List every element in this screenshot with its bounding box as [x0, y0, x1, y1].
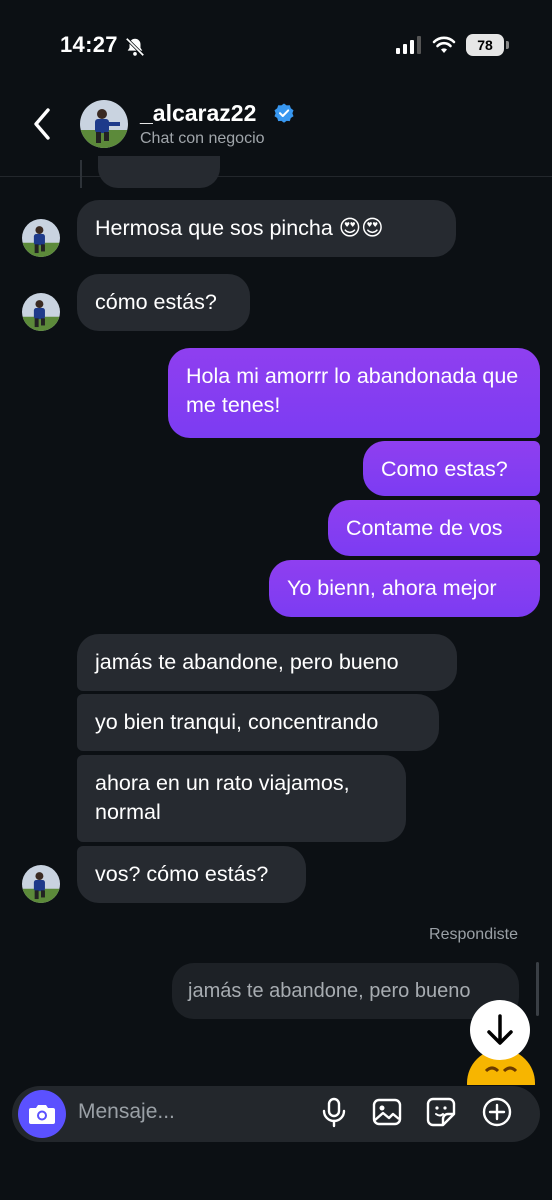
message-bubble-outgoing[interactable]: Contame de vos: [328, 500, 540, 556]
avatar-photo-icon: [22, 219, 60, 257]
header-avatar[interactable]: [80, 100, 128, 148]
message-bubble-incoming[interactable]: jamás te abandone, pero bueno: [77, 634, 457, 691]
sticker-icon[interactable]: [425, 1096, 457, 1128]
avatar-photo-icon: [22, 865, 60, 903]
message-text: Como estas?: [381, 457, 508, 481]
microphone-icon[interactable]: [318, 1096, 350, 1128]
message-bubble-incoming[interactable]: cómo estás?: [77, 274, 250, 331]
message-text: cómo estás?: [95, 290, 217, 314]
battery-nub: [506, 41, 509, 49]
reply-indicator-bar: [536, 962, 539, 1016]
status-time: 14:27: [60, 32, 118, 57]
battery-level: 78: [466, 34, 504, 56]
plus-icon[interactable]: [481, 1096, 513, 1128]
header-divider: [0, 176, 552, 177]
arrow-down-icon: [487, 1014, 513, 1045]
quoted-reply[interactable]: jamás te abandone, pero bueno: [172, 963, 519, 1019]
message-bubble-incoming[interactable]: yo bien tranqui, concentrando: [77, 694, 439, 751]
image-icon[interactable]: [371, 1096, 403, 1128]
message-input[interactable]: Mensaje...: [78, 1096, 175, 1128]
camera-icon: [29, 1105, 55, 1124]
message-bubble-incoming[interactable]: ahora en un rato viajamos, normal: [77, 755, 406, 842]
verified-badge-icon: [274, 103, 294, 123]
message-text: Hermosa que sos pincha 😍😍: [95, 216, 384, 240]
message-text: Hola mi amorrr lo abandonada que me tene…: [186, 364, 519, 417]
message-text: Yo bienn, ahora mejor: [287, 576, 497, 600]
scroll-to-bottom-button[interactable]: [470, 1000, 530, 1060]
message-bubble-outgoing[interactable]: Yo bienn, ahora mejor: [269, 560, 540, 617]
message-text: Contame de vos: [346, 516, 503, 540]
back-chevron-icon[interactable]: [28, 104, 58, 144]
header-subtitle: Chat con negocio: [140, 130, 265, 147]
camera-button[interactable]: [18, 1090, 66, 1138]
message-bubble-incoming[interactable]: vos? cómo estás?: [77, 846, 306, 903]
message-text: vos? cómo estás?: [95, 862, 269, 886]
bell-muted-icon: [125, 37, 145, 57]
message-text: jamás te abandone, pero bueno: [95, 650, 399, 674]
cellular-signal-icon: [396, 36, 421, 54]
avatar-photo-icon: [80, 100, 128, 148]
message-bubble-incoming[interactable]: Hermosa que sos pincha 😍😍: [77, 200, 456, 257]
sender-avatar[interactable]: [22, 293, 60, 331]
wifi-icon: [432, 36, 456, 53]
message-bubble-outgoing[interactable]: Como estas?: [363, 441, 540, 496]
sender-avatar[interactable]: [22, 865, 60, 903]
message-text: ahora en un rato viajamos, normal: [95, 771, 350, 824]
header-username[interactable]: _alcaraz22: [140, 100, 256, 127]
message-text: yo bien tranqui, concentrando: [95, 710, 379, 734]
message-bubble-outgoing[interactable]: Hola mi amorrr lo abandonada que me tene…: [168, 348, 540, 438]
reply-label: Respondiste: [429, 926, 518, 943]
avatar-photo-icon: [22, 293, 60, 331]
sender-avatar[interactable]: [22, 219, 60, 257]
partial-message-bubble: [98, 156, 220, 188]
thread-line: [80, 160, 82, 188]
